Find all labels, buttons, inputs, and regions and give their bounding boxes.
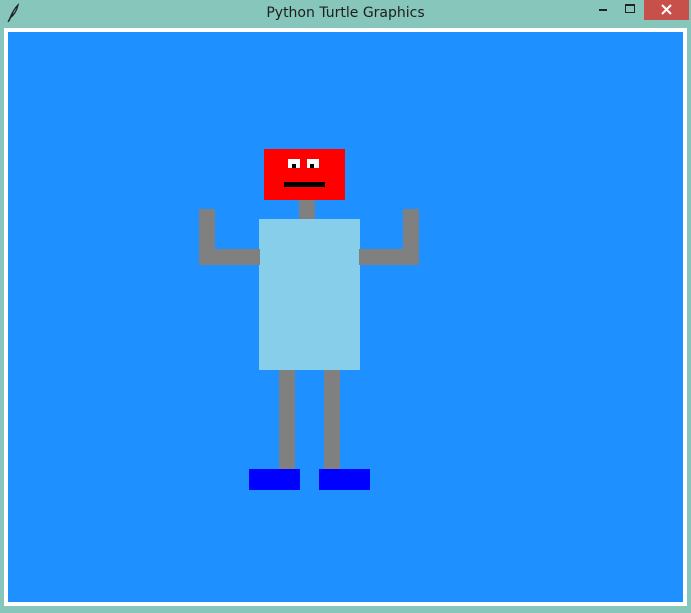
maximize-icon <box>625 4 635 13</box>
minimize-button[interactable] <box>590 0 616 20</box>
robot-body <box>259 219 360 370</box>
canvas-frame <box>4 28 687 606</box>
maximize-button[interactable] <box>617 0 643 20</box>
robot-head <box>264 149 345 200</box>
minimize-icon <box>599 9 607 11</box>
turtle-canvas[interactable] <box>8 32 683 602</box>
robot-pupil-right <box>310 164 314 168</box>
turtle-window: Python Turtle Graphics <box>0 0 691 613</box>
robot-right-foot <box>319 469 370 490</box>
robot-right-forearm <box>359 249 419 265</box>
robot-left-foot <box>249 469 300 490</box>
close-button[interactable] <box>644 0 689 20</box>
robot-neck <box>299 200 315 219</box>
robot-mouth <box>284 182 325 187</box>
robot-left-leg <box>279 370 295 470</box>
robot-left-forearm <box>199 249 260 265</box>
window-title: Python Turtle Graphics <box>266 5 425 21</box>
robot-right-leg <box>324 370 340 470</box>
robot-pupil-left <box>292 164 296 168</box>
title-bar[interactable]: Python Turtle Graphics <box>0 0 691 26</box>
close-icon <box>661 4 672 15</box>
